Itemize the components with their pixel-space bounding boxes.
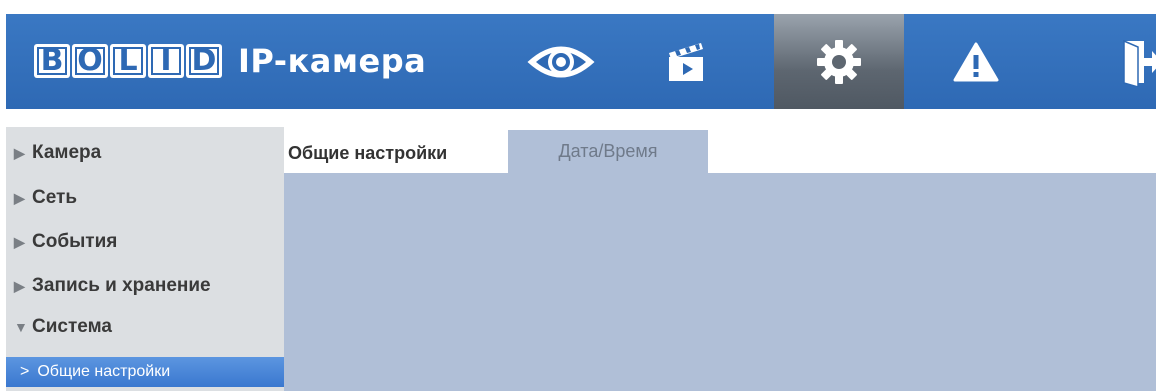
- collapsed-triangle-icon: ▶: [14, 277, 25, 294]
- clapperboard-icon: [669, 42, 703, 81]
- nav-logout-button[interactable]: [1076, 14, 1156, 109]
- logo: B O L I D IP-камера: [34, 40, 426, 82]
- content-panel: Общие настройки Дата/Время: [284, 127, 1156, 391]
- sidebar-item-events[interactable]: ▶ События: [14, 228, 117, 256]
- chevron-right-icon: >: [20, 363, 30, 380]
- nav-playback-button[interactable]: [621, 14, 751, 109]
- sidebar-subitem-general-settings[interactable]: > Общие настройки: [6, 357, 284, 387]
- bolid-logo: B O L I D: [34, 44, 222, 78]
- tab-general-settings[interactable]: Общие настройки: [284, 133, 504, 173]
- sidebar-item-label: Камера: [32, 142, 102, 163]
- sidebar-item-label: Сеть: [32, 187, 78, 208]
- logo-letter-i: I: [148, 44, 184, 78]
- gear-icon: [817, 39, 861, 84]
- logo-letter-l: L: [110, 44, 146, 78]
- eye-icon: [527, 46, 595, 77]
- tab-bar: Общие настройки Дата/Время: [284, 127, 1156, 173]
- sidebar-item-recording-storage[interactable]: ▶ Запись и хранение: [14, 272, 211, 300]
- sidebar-item-camera[interactable]: ▶ Камера: [14, 139, 101, 167]
- logo-letter-d: D: [186, 44, 222, 78]
- sidebar-item-system[interactable]: ▼ Система: [14, 313, 112, 341]
- nav-settings-button[interactable]: [774, 14, 904, 109]
- sidebar-item-label: Система: [32, 316, 112, 337]
- sidebar-item-network[interactable]: ▶ Сеть: [14, 184, 77, 212]
- top-header: B O L I D IP-камера: [6, 14, 1156, 109]
- app-title: IP-камера: [238, 42, 427, 80]
- logo-letter-o: O: [72, 44, 108, 78]
- tab-date-time[interactable]: Дата/Время: [508, 130, 708, 173]
- sidebar-item-label: События: [32, 231, 118, 252]
- sidebar-subitem-label: Общие настройки: [37, 363, 171, 380]
- exit-door-icon: [1123, 39, 1156, 87]
- sidebar-item-label: Запись и хранение: [32, 275, 211, 296]
- warning-icon: [953, 42, 999, 81]
- nav-live-view-button[interactable]: [496, 14, 626, 109]
- collapsed-triangle-icon: ▶: [14, 189, 25, 206]
- nav-alarm-button[interactable]: [911, 14, 1041, 109]
- sidebar: ▶ Камера ▶ Сеть ▶ События ▶ Запись и хра…: [6, 127, 284, 391]
- collapsed-triangle-icon: ▶: [14, 144, 25, 161]
- expanded-triangle-icon: ▼: [14, 319, 28, 335]
- collapsed-triangle-icon: ▶: [14, 233, 25, 250]
- logo-letter-b: B: [34, 44, 70, 78]
